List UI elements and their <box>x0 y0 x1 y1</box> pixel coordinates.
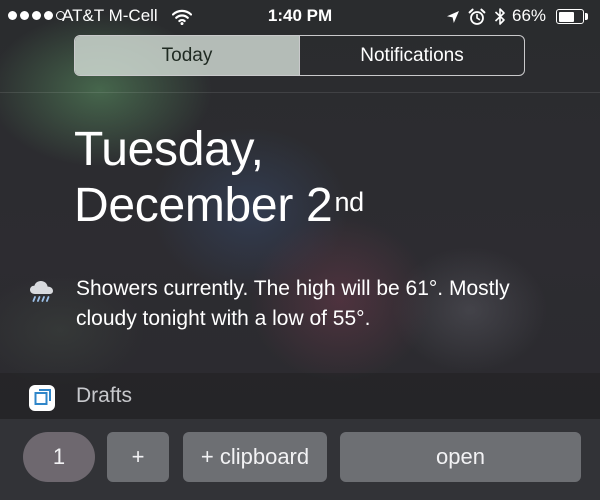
weekday-label: Tuesday, <box>74 123 264 176</box>
weather-summary-line: Showers currently. The high will be 61°.… <box>76 277 510 300</box>
view-segmented-control: Today Notifications <box>74 35 525 76</box>
open-drafts-button[interactable]: open <box>340 432 581 482</box>
date-ordinal-suffix: nd <box>334 187 364 217</box>
new-draft-from-clipboard-button[interactable]: + clipboard <box>183 432 327 482</box>
location-arrow-icon <box>446 9 460 29</box>
battery-icon <box>556 9 584 24</box>
draft-count-button[interactable]: 1 <box>23 432 95 482</box>
alarm-clock-icon <box>468 8 486 31</box>
bluetooth-icon <box>494 7 506 31</box>
weather-summary: Showers currently. The high will be 61°.… <box>76 274 576 334</box>
battery-percentage: 66% <box>512 6 547 25</box>
date-line: December 2nd <box>74 178 364 234</box>
header-divider <box>0 92 600 93</box>
new-draft-button[interactable]: + <box>107 432 169 482</box>
battery-level-fill <box>558 11 574 22</box>
today-date-heading: Tuesday, December 2nd <box>74 122 364 234</box>
rain-cloud-icon <box>28 279 56 310</box>
tab-notifications[interactable]: Notifications <box>300 36 524 75</box>
tab-today[interactable]: Today <box>75 36 300 75</box>
date-label: December 2 <box>74 179 333 232</box>
status-icons <box>446 7 506 31</box>
drafts-widget-title: Drafts <box>76 384 133 407</box>
status-bar: AT&T M-Cell 1:40 PM 66% <box>0 0 600 34</box>
weather-summary-line: cloudy tonight with a low of 55°. <box>76 307 371 330</box>
battery-tip <box>585 13 588 20</box>
drafts-app-icon <box>29 385 55 411</box>
clock: 1:40 PM <box>267 6 333 25</box>
